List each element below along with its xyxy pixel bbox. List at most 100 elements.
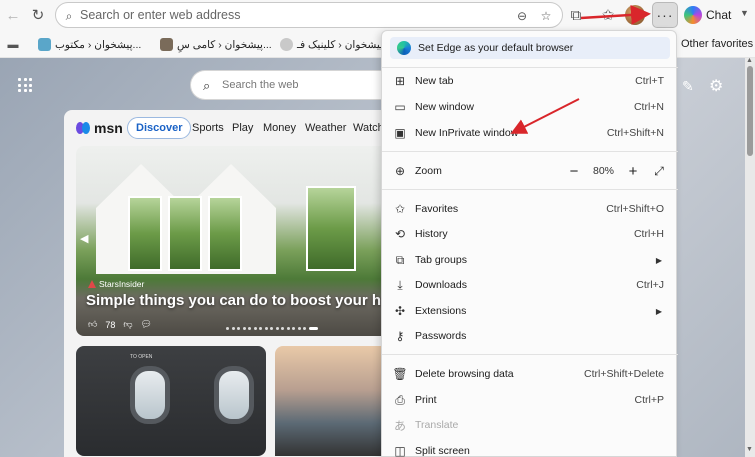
- split-screen-icon: ◫: [394, 444, 406, 457]
- tab-play[interactable]: Play: [232, 122, 253, 134]
- favorites-icon[interactable]: ✩: [597, 4, 619, 26]
- menu-item-label: Translate: [415, 419, 459, 431]
- menu-item-delete-browsing-data[interactable]: 🗑︎ Delete browsing data Ctrl+Shift+Delet…: [382, 364, 678, 384]
- menu-item-shortcut: Ctrl+Shift+N: [606, 127, 664, 139]
- fullscreen-icon[interactable]: ⤢: [652, 164, 666, 179]
- menu-item-split-screen[interactable]: ◫ Split screen: [382, 441, 678, 457]
- dislike-icon[interactable]: 👎︎: [123, 319, 132, 330]
- chat-label: Chat: [706, 8, 732, 22]
- divider: [382, 151, 678, 152]
- menu-item-print[interactable]: ⎙ Print Ctrl+P: [382, 390, 678, 410]
- menu-item-new-window[interactable]: ▭ New window Ctrl+N: [382, 97, 678, 117]
- favorite-label: پیشخوان ‹ کلینیک فـ...: [297, 38, 392, 51]
- comment-icon[interactable]: 💬︎: [141, 319, 152, 330]
- favorite-label: پیشخوان ‹ مکتوب...: [55, 38, 142, 51]
- hero-article-card[interactable]: ◀ StarsInsider Simple things you can do …: [76, 146, 394, 336]
- divider: [382, 189, 678, 190]
- divider: [382, 67, 678, 68]
- menu-item-passwords[interactable]: ⚷ Passwords: [382, 326, 678, 346]
- favorite-item-3[interactable]: پیشخوان ‹ کلینیک فـ...: [280, 38, 392, 51]
- menu-item-favorites[interactable]: ✩ Favorites Ctrl+Shift+O: [382, 199, 678, 219]
- favorite-item-1[interactable]: پیشخوان ‹ مکتوب...: [38, 38, 141, 51]
- article-title[interactable]: Simple things you can do to boost your h…: [86, 292, 390, 309]
- msn-butterfly-icon: [76, 122, 91, 134]
- menu-item-label: New tab: [415, 75, 454, 87]
- chevron-left-icon[interactable]: ◀: [80, 232, 88, 245]
- carousel-pager[interactable]: [226, 327, 318, 330]
- site-favicon: [160, 38, 173, 51]
- menu-item-downloads[interactable]: ⤓ Downloads Ctrl+J: [382, 275, 678, 295]
- scroll-up-icon[interactable]: ▲: [746, 58, 753, 64]
- favorite-item-2[interactable]: پیشخوان ‹ کامی سِ...: [160, 38, 272, 51]
- app-launcher-icon[interactable]: [18, 78, 32, 92]
- zoom-in-button[interactable]: +: [626, 163, 640, 180]
- scroll-down-icon[interactable]: ▼: [746, 446, 753, 453]
- chevron-down-icon[interactable]: ▼: [740, 8, 749, 18]
- address-bar[interactable]: ⌕ Search or enter web address ⊖ ☆: [55, 2, 563, 28]
- menu-item-shortcut: Ctrl+T: [635, 75, 664, 87]
- gear-icon[interactable]: ⚙: [709, 76, 723, 96]
- menu-item-shortcut: Ctrl+J: [636, 279, 664, 291]
- translate-icon: あ: [393, 418, 406, 433]
- site-favicon: [280, 38, 293, 51]
- address-placeholder: Search or enter web address: [80, 8, 241, 22]
- back-icon[interactable]: ←: [2, 4, 24, 26]
- extensions-icon[interactable]: ⧉: [565, 4, 587, 26]
- menu-item-label: Delete browsing data: [415, 368, 514, 380]
- edit-pencil-icon[interactable]: ✎: [682, 78, 694, 95]
- page-scrollbar[interactable]: ▲ ▼: [745, 58, 755, 457]
- window-pane: [208, 196, 242, 271]
- search-placeholder: Search the web: [222, 79, 299, 91]
- article-card[interactable]: TO OPEN: [76, 346, 266, 456]
- menu-item-label: Favorites: [415, 203, 459, 215]
- menu-item-extensions[interactable]: ✣ Extensions ▶: [382, 301, 678, 321]
- card-image-label: TO OPEN: [130, 354, 153, 360]
- menu-item-history[interactable]: ⟲ History Ctrl+H: [382, 224, 678, 244]
- settings-and-more-button[interactable]: ···: [652, 2, 678, 28]
- tab-discover[interactable]: Discover: [127, 117, 192, 139]
- menu-item-label: Passwords: [415, 330, 467, 342]
- source-logo-icon: [88, 280, 96, 288]
- menu-item-label: History: [415, 228, 448, 240]
- menu-item-label: Print: [415, 394, 437, 406]
- copilot-chat-button[interactable]: Chat: [684, 4, 731, 26]
- submenu-arrow-icon: ▶: [655, 255, 662, 265]
- like-count: 78: [105, 319, 116, 330]
- menu-item-label: New window: [415, 101, 474, 113]
- menu-item-label: Zoom: [415, 165, 442, 177]
- article-card[interactable]: [275, 346, 395, 456]
- like-icon[interactable]: 👍︎: [88, 319, 97, 330]
- menu-item-label: Tab groups: [415, 254, 467, 266]
- menu-item-zoom: ⊕ Zoom − 80% + ⤢: [382, 161, 678, 181]
- menu-item-label: Downloads: [415, 279, 467, 291]
- menu-item-tab-groups[interactable]: ⧉ Tab groups ▶: [382, 250, 678, 270]
- scrollbar-thumb[interactable]: [747, 66, 753, 156]
- tab-watch[interactable]: Watch: [353, 122, 384, 134]
- menu-item-new-inprivate-window[interactable]: ▣ New InPrivate window Ctrl+Shift+N: [382, 123, 678, 143]
- web-search-box[interactable]: ⌕ Search the web: [190, 70, 385, 100]
- profile-avatar[interactable]: [625, 5, 645, 25]
- airplane-window-image: [130, 366, 170, 424]
- zoom-out-button[interactable]: −: [567, 163, 581, 180]
- inprivate-icon: ▣: [394, 126, 406, 140]
- favorite-star-icon[interactable]: ☆: [538, 8, 554, 24]
- zoom-icon[interactable]: ⊖: [514, 8, 530, 24]
- tab-money[interactable]: Money: [263, 122, 296, 134]
- downloads-icon: ⤓: [397, 277, 403, 292]
- refresh-icon[interactable]: ↻: [27, 4, 49, 26]
- copilot-icon: [684, 6, 702, 24]
- tab-weather[interactable]: Weather: [305, 122, 346, 134]
- menu-item-new-tab[interactable]: ⊞ New tab Ctrl+T: [382, 71, 678, 91]
- menu-item-shortcut: Ctrl+H: [633, 228, 664, 240]
- msn-logo[interactable]: msn: [76, 120, 123, 136]
- menu-item-shortcut: Ctrl+Shift+Delete: [584, 368, 664, 380]
- favorite-label: پیشخوان ‹ کامی سِ...: [177, 38, 272, 51]
- menu-item-label: Extensions: [415, 305, 467, 317]
- other-favorites-folder[interactable]: Other favorites: [681, 38, 753, 50]
- default-browser-banner[interactable]: Set Edge as your default browser: [390, 37, 670, 59]
- favorites-menu-icon[interactable]: ▬: [2, 34, 24, 56]
- passwords-icon: ⚷: [395, 329, 405, 343]
- tab-sports[interactable]: Sports: [192, 122, 224, 134]
- submenu-arrow-icon: ▶: [655, 306, 662, 316]
- article-reactions: 👍︎ 78 👎︎ 💬︎: [88, 319, 152, 330]
